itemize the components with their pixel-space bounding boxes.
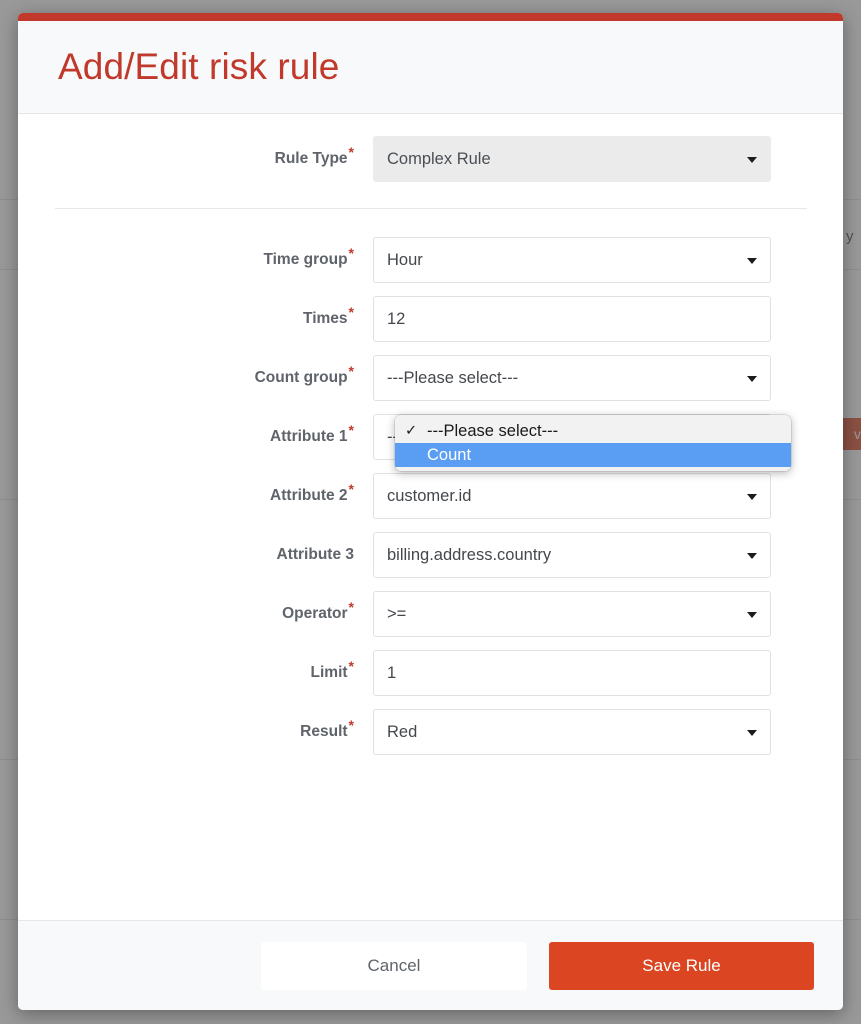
dropdown-option-count[interactable]: Count: [395, 443, 791, 467]
dialog-body: Rule Type* Complex Rule Time group* Hour: [18, 114, 843, 920]
form-row-count-group: Count group* ---Please select---: [18, 355, 843, 401]
cancel-button[interactable]: Cancel: [261, 941, 527, 990]
form-row-rule-type: Rule Type* Complex Rule: [18, 136, 843, 182]
label-attribute-3: Attribute 3: [18, 547, 373, 563]
label-time-group-text: Time group: [263, 251, 348, 269]
label-rule-type: Rule Type*: [18, 145, 373, 168]
field-wrap-limit: 1: [373, 650, 771, 696]
required-asterisk: *: [348, 599, 354, 616]
label-count-group-text: Count group: [254, 369, 348, 387]
chevron-down-icon: [747, 730, 757, 736]
input-times[interactable]: 12: [373, 296, 771, 342]
label-attribute-1-text: Attribute 1: [270, 428, 348, 446]
label-rule-type-text: Rule Type: [274, 150, 348, 168]
select-attribute-2[interactable]: customer.id: [373, 473, 771, 519]
label-attribute-3-text: Attribute 3: [276, 546, 355, 564]
form-row-time-group: Time group* Hour: [18, 237, 843, 283]
label-attribute-2: Attribute 2*: [18, 482, 373, 505]
form-row-operator: Operator* >=: [18, 591, 843, 637]
label-result: Result*: [18, 718, 373, 741]
required-asterisk: *: [348, 144, 354, 161]
required-asterisk: *: [348, 717, 354, 734]
page-title: Add/Edit risk rule: [58, 46, 340, 87]
page-root: y ve Add/Edit risk rule Rule Type* Compl…: [0, 0, 861, 1024]
label-operator-text: Operator: [282, 605, 348, 623]
field-wrap-result: Red: [373, 709, 771, 755]
save-rule-button[interactable]: Save Rule: [549, 941, 814, 990]
field-wrap-attribute-3: billing.address.country: [373, 532, 771, 578]
section-divider: [54, 208, 807, 209]
check-icon: ✓: [405, 423, 418, 439]
select-time-group[interactable]: Hour: [373, 237, 771, 283]
count-group-dropdown-menu[interactable]: ✓ ---Please select--- Count: [395, 415, 791, 471]
field-wrap-attribute-2: customer.id: [373, 473, 771, 519]
label-attribute-1: Attribute 1*: [18, 423, 373, 446]
dialog-accent-bar: [18, 13, 843, 21]
select-result[interactable]: Red: [373, 709, 771, 755]
dropdown-option-label: ---Please select---: [427, 421, 559, 440]
field-wrap-time-group: Hour: [373, 237, 771, 283]
required-asterisk: *: [348, 658, 354, 675]
input-limit[interactable]: 1: [373, 650, 771, 696]
required-asterisk: *: [348, 363, 354, 380]
label-attribute-2-text: Attribute 2: [270, 487, 348, 505]
label-time-group: Time group*: [18, 246, 373, 269]
chevron-down-icon: [747, 553, 757, 559]
field-wrap-count-group: ---Please select---: [373, 355, 771, 401]
chevron-down-icon: [747, 258, 757, 264]
field-wrap-operator: >=: [373, 591, 771, 637]
dialog-footer: Cancel Save Rule: [18, 920, 843, 1010]
label-times-text: Times: [303, 310, 348, 328]
dialog-header: Add/Edit risk rule: [18, 21, 843, 114]
select-operator[interactable]: >=: [373, 591, 771, 637]
label-limit: Limit*: [18, 659, 373, 682]
field-wrap-times: 12: [373, 296, 771, 342]
form-row-times: Times* 12: [18, 296, 843, 342]
label-result-text: Result: [300, 723, 348, 741]
chevron-down-icon: [747, 494, 757, 500]
label-operator: Operator*: [18, 600, 373, 623]
label-limit-text: Limit: [310, 664, 348, 682]
required-asterisk: *: [348, 304, 354, 321]
select-count-group[interactable]: ---Please select---: [373, 355, 771, 401]
field-wrap-rule-type: Complex Rule: [373, 136, 771, 182]
select-rule-type[interactable]: Complex Rule: [373, 136, 771, 182]
required-asterisk: *: [348, 422, 354, 439]
label-count-group: Count group*: [18, 364, 373, 387]
chevron-down-icon: [747, 376, 757, 382]
form-row-result: Result* Red: [18, 709, 843, 755]
chevron-down-icon: [747, 157, 757, 163]
form-row-attribute-2: Attribute 2* customer.id: [18, 473, 843, 519]
chevron-down-icon: [747, 612, 757, 618]
dropdown-option-please-select[interactable]: ✓ ---Please select---: [395, 419, 791, 443]
add-edit-risk-rule-dialog: Add/Edit risk rule Rule Type* Complex Ru…: [18, 13, 843, 1010]
dropdown-option-label: Count: [427, 445, 472, 464]
required-asterisk: *: [348, 481, 354, 498]
form-row-limit: Limit* 1: [18, 650, 843, 696]
label-times: Times*: [18, 305, 373, 328]
select-attribute-3[interactable]: billing.address.country: [373, 532, 771, 578]
required-asterisk: *: [348, 245, 354, 262]
form-row-attribute-3: Attribute 3 billing.address.country: [18, 532, 843, 578]
